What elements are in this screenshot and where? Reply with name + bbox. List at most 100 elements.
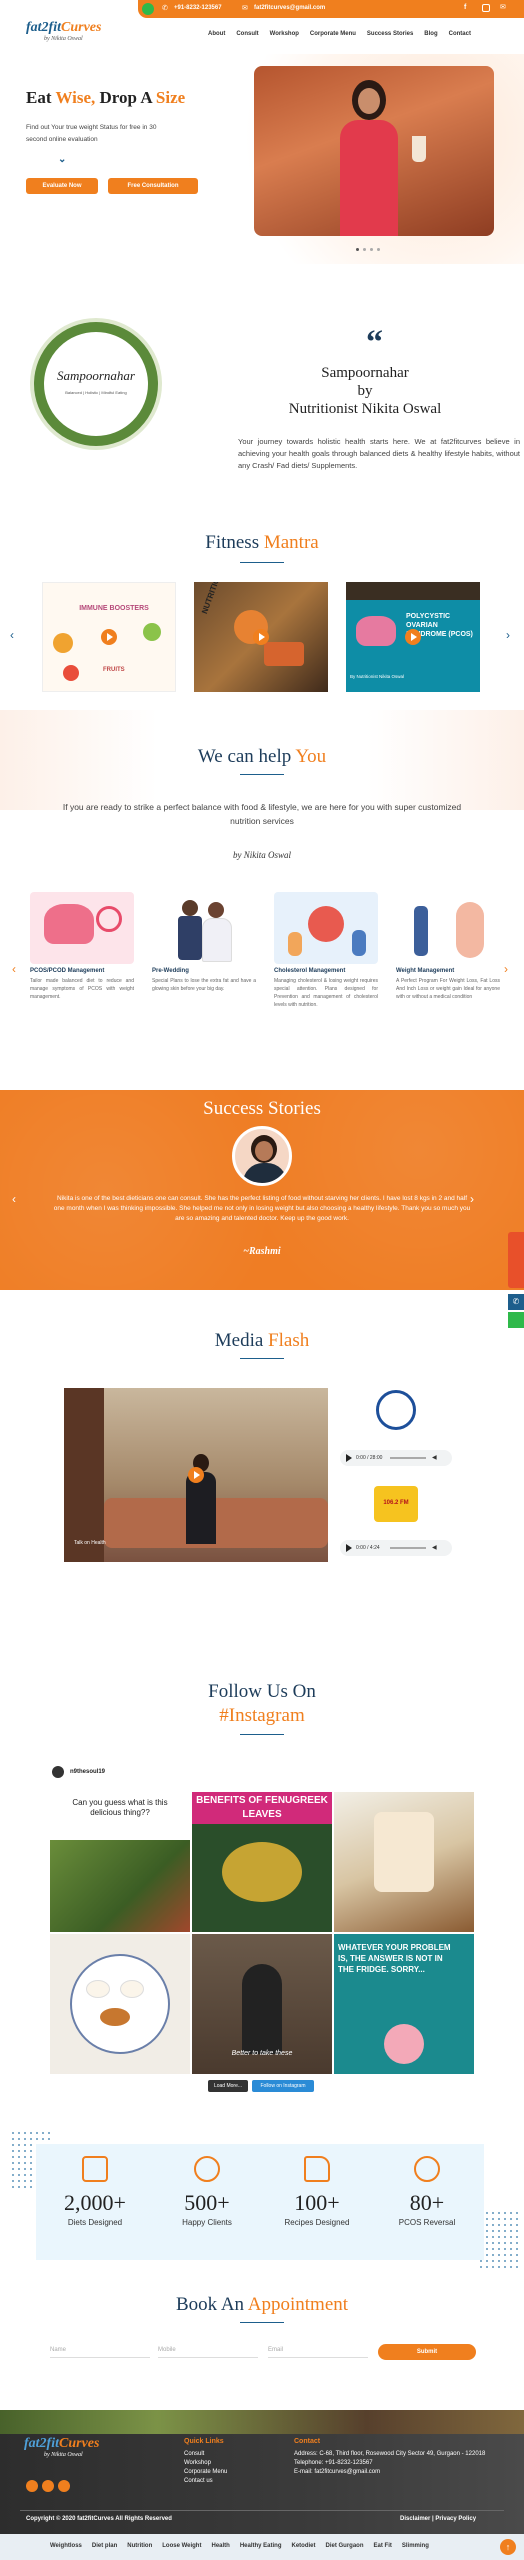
volume-icon[interactable]: ◀ [432,1454,437,1461]
nav-corporate-menu[interactable]: Corporate Menu [310,31,356,37]
instagram-icon[interactable] [26,2480,38,2492]
instagram-icon[interactable] [482,4,490,12]
stat-diets: 2,000+ Diets Designed [40,2156,150,2227]
insta-load-more-button[interactable]: Load More... [208,2080,248,2092]
nav-blog[interactable]: Blog [424,31,437,37]
award-badge-icon [414,2156,440,2182]
insta-post-fridge[interactable]: WHATEVER YOUR PROBLEM IS, THE ANSWER IS … [334,1934,474,2074]
nav-workshop[interactable]: Workshop [270,31,299,37]
footer-link-contact[interactable]: Contact us [184,2477,227,2486]
tag-link[interactable]: Weightloss [50,2543,82,2549]
submit-button[interactable]: Submit [378,2344,476,2360]
email-field[interactable]: Email [268,2344,368,2358]
insta-follow-button[interactable]: Follow on Instagram [252,2080,314,2092]
side-enquiry-tab[interactable] [508,1232,524,1288]
title-underline [240,774,284,775]
carousel-next-icon[interactable]: › [504,962,508,976]
stat-label: PCOS Reversal [398,2218,456,2227]
insta-post-video[interactable]: Better to take these [192,1934,332,2074]
audio-play-icon[interactable] [346,1544,352,1552]
mobile-field[interactable]: Mobile [158,2344,258,2358]
email-icon[interactable] [58,2480,70,2492]
tag-link[interactable]: Diet Gurgaon [326,2543,364,2549]
free-consultation-button[interactable]: Free Consultation [108,178,198,194]
insta-post-guess[interactable]: Can you guess what is this delicious thi… [50,1792,190,1932]
whatsapp-icon[interactable] [142,3,154,15]
video-play-icon[interactable] [253,629,269,645]
scroll-to-top-icon[interactable]: ↑ [500,2539,516,2555]
testimonial-quote: Nikita is one of the best dieticians one… [53,1195,471,1222]
insta-avatar[interactable] [52,1766,64,1778]
carousel-prev-icon[interactable]: ‹ [10,628,14,642]
tag-link[interactable]: Ketodiet [292,2543,316,2549]
tag-bar: Weightloss Diet plan Nutrition Loose Wei… [0,2534,524,2560]
insta-post-dessert[interactable] [334,1792,474,1932]
email-link[interactable]: fat2fitcurves@gmail.com [254,5,325,11]
audio-play-icon[interactable] [346,1454,352,1462]
audio-progress[interactable] [390,1547,426,1549]
carousel-prev-icon[interactable]: ‹ [12,962,16,976]
nav-success-stories[interactable]: Success Stories [367,31,413,37]
audio-player-1[interactable]: 0:00 / 28:00 ◀ [340,1450,452,1466]
mantra-card-pcos[interactable]: POLYCYSTIC OVARIAN SYNDROME (PCOS) By Nu… [346,582,480,692]
footer-logo[interactable]: fat2fitCurves by Nikita Oswal [24,2436,99,2458]
service-card-pcos[interactable]: PCOS/PCOD Management Tailor made balance… [30,892,134,1040]
insta-handle[interactable]: n9thesoul19 [70,1769,105,1775]
tag-link[interactable]: Nutrition [127,2543,152,2549]
service-card-pre-wedding[interactable]: Pre-Wedding Special Plans to lose the ex… [152,892,256,1040]
help-text: If you are ready to strike a perfect bal… [62,802,462,826]
logo-accent: Curves [61,20,102,35]
tag-link[interactable]: Eat Fit [374,2543,392,2549]
scroll-down-icon[interactable]: ⌄ [58,154,66,165]
volume-icon[interactable]: ◀ [432,1544,437,1551]
contact-telephone[interactable]: Telephone: +91-8232-123567 [294,2459,494,2468]
audio-player-2[interactable]: 0:00 / 4:24 ◀ [340,1540,452,1556]
insta-post-idli[interactable] [50,1934,190,2074]
disclaimer-link[interactable]: Disclaimer [400,2516,430,2522]
tag-link[interactable]: Healthy Eating [240,2543,282,2549]
testimonial-prev-icon[interactable]: ‹ [12,1192,16,1206]
service-card-cholesterol[interactable]: Cholesterol Management Managing choleste… [274,892,378,1040]
logo-main: fat2fit [26,20,61,35]
appointment-title: Book An Appointment [175,2294,349,2315]
carousel-next-icon[interactable]: › [506,628,510,642]
tag-link[interactable]: Health [211,2543,229,2549]
service-card-weight[interactable]: Weight Management A Perfect Program For … [396,892,500,1040]
tag-link[interactable]: Diet plan [92,2543,117,2549]
nav-consult[interactable]: Consult [236,31,258,37]
tag-link[interactable]: Loose Weight [162,2543,201,2549]
post-text: Can you guess what is this delicious thi… [72,1798,168,1817]
privacy-policy-link[interactable]: Privacy Policy [435,2516,476,2522]
insta-post-fenugreek[interactable]: BENEFITS OF FENUGREEK LEAVES [192,1792,332,1932]
logo-sub: by Nikita Oswal [44,36,83,42]
nav-about[interactable]: About [208,31,225,37]
service-title: Weight Management [396,968,455,974]
audio-progress[interactable] [390,1457,426,1459]
footer-link-corporate-menu[interactable]: Corporate Menu [184,2468,227,2477]
service-text: A Perfect Program For Weight Loss, Fat L… [396,978,500,1000]
mantra-card-nutrition[interactable]: NUTRITION [194,582,328,692]
nutritionist-figure [334,80,404,236]
evaluate-now-button[interactable]: Evaluate Now [26,178,98,194]
radio-label: 106.2 FM [383,1500,409,1506]
video-play-icon[interactable] [101,629,117,645]
contact-email[interactable]: E-mail: fat2fitcurves@gmail.com [294,2468,494,2477]
video-play-icon[interactable] [188,1467,204,1483]
logo[interactable]: fat2fitCurves by Nikita Oswal [26,20,101,42]
footer-link-workshop[interactable]: Workshop [184,2459,227,2468]
mantra-card-immune[interactable]: IMMUNE BOOSTERS FRUITS [42,582,176,692]
facebook-icon[interactable] [42,2480,54,2492]
video-play-icon[interactable] [405,629,421,645]
facebook-icon[interactable]: f [464,4,466,11]
tag-link[interactable]: Slimming [402,2543,429,2549]
stat-label: Diets Designed [67,2218,123,2227]
hero-slider-dots[interactable] [356,248,380,251]
post-text: WHATEVER YOUR PROBLEM IS, THE ANSWER IS … [338,1943,451,1974]
nav-contact[interactable]: Contact [449,31,471,37]
immune-card-sub: FRUITS [103,667,125,673]
email-icon[interactable]: ✉ [500,3,506,11]
media-video[interactable]: Talk on Health [64,1388,328,1562]
phone-number[interactable]: +91-8232-123567 [174,5,222,11]
footer-link-consult[interactable]: Consult [184,2450,227,2459]
name-field[interactable]: Name [50,2344,150,2358]
